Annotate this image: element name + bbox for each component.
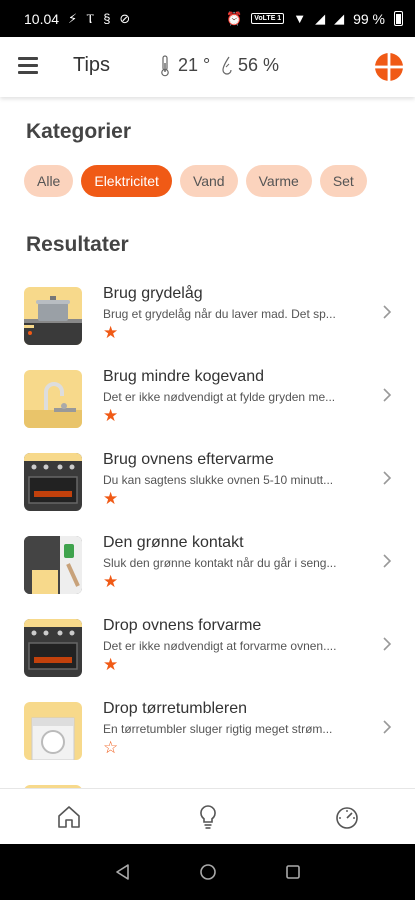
nfc-icon: §	[103, 11, 111, 26]
chevron-right-icon	[383, 637, 392, 651]
humidity-value: 56 %	[238, 55, 280, 75]
app-bar: Tips 21 ° 56 %	[0, 37, 415, 97]
tumble-dryer-icon	[24, 702, 82, 760]
pot-on-stove-icon	[24, 287, 82, 345]
item-title: Drop ovnens forvarme	[103, 617, 262, 634]
item-title: Brug ovnens eftervarme	[103, 451, 274, 468]
list-item[interactable]: Brug mindre kogevand Det er ikke nødvend…	[0, 359, 415, 442]
lightning-icon: ⚡	[68, 11, 78, 26]
battery-icon	[394, 11, 403, 26]
alarm-icon: ⏰	[226, 11, 243, 26]
item-description: Brug et grydelåg når du laver mad. Det s…	[103, 307, 336, 321]
item-description: Det er ikke nødvendigt at forvarme ovnen…	[103, 639, 337, 653]
wifi-icon: ▼	[293, 11, 307, 26]
signal-tower-icon: Ⲧ	[86, 11, 95, 26]
item-title: Brug grydelåg	[103, 285, 203, 302]
home-circle-icon[interactable]	[198, 862, 218, 882]
cell-signal-2-icon: ◢	[334, 11, 345, 26]
volte-icon: VoLTE 1	[251, 13, 285, 24]
item-title: Drop tørretumbleren	[103, 700, 248, 717]
oven-icon	[24, 619, 82, 677]
results-list: Brug grydelåg Brug et grydelåg når du la…	[0, 276, 415, 857]
star-filled-icon: ★	[103, 323, 119, 342]
item-description: Sluk den grønne kontakt når du går i sen…	[103, 556, 337, 570]
star-filled-icon: ★	[103, 572, 119, 591]
thermometer-icon	[161, 55, 169, 77]
menu-button[interactable]	[18, 57, 38, 74]
chip-set[interactable]: Set	[319, 165, 367, 197]
wall-switch-icon	[24, 536, 82, 594]
item-description: En tørretumbler sluger rigtig meget strø…	[103, 722, 333, 736]
item-description: Du kan sagtens slukke ovnen 5-10 minutt.…	[103, 473, 334, 487]
chip-alle[interactable]: Alle	[24, 165, 74, 197]
chevron-right-icon	[383, 305, 392, 319]
star-filled-icon: ★	[103, 489, 119, 508]
water-faucet-icon	[24, 370, 82, 428]
category-chips: Alle Elektricitet Vand Varme Set	[24, 165, 367, 197]
home-icon[interactable]	[55, 803, 83, 831]
oven-icon	[24, 453, 82, 511]
back-triangle-icon[interactable]	[113, 862, 133, 882]
star-filled-icon: ★	[103, 406, 119, 425]
chip-varme[interactable]: Varme	[245, 165, 312, 197]
status-bar: 10.04 ⚡ Ⲧ § ⊘ ⏰ VoLTE 1 ▼ ◢ ◢ 99 %	[0, 0, 415, 37]
item-title: Brug mindre kogevand	[103, 368, 264, 385]
results-heading: Resultater	[26, 233, 129, 256]
item-description: Det er ikke nødvendigt at fylde gryden m…	[103, 390, 336, 404]
chevron-right-icon	[383, 554, 392, 568]
list-item[interactable]: Drop tørretumbleren En tørretumbler slug…	[0, 691, 415, 774]
chip-vand[interactable]: Vand	[179, 165, 238, 197]
page-title: Tips	[73, 54, 111, 76]
recents-square-icon[interactable]	[283, 862, 303, 882]
star-outline-icon: ☆	[103, 738, 119, 757]
menu-icon	[18, 57, 38, 60]
speedometer-icon[interactable]	[333, 803, 361, 831]
chevron-right-icon	[383, 388, 392, 402]
bottom-navigation	[0, 788, 415, 844]
brand-logo-icon[interactable]	[375, 53, 403, 81]
humidity-icon	[222, 56, 232, 75]
list-item[interactable]: Den grønne kontakt Sluk den grønne konta…	[0, 525, 415, 608]
battery-percent: 99 %	[353, 10, 385, 27]
lightbulb-icon[interactable]	[194, 803, 222, 831]
star-filled-icon: ★	[103, 655, 119, 674]
list-item[interactable]: Brug grydelåg Brug et grydelåg når du la…	[0, 276, 415, 359]
list-item[interactable]: Brug ovnens eftervarme Du kan sagtens sl…	[0, 442, 415, 525]
temperature-value: 21 °	[178, 55, 211, 75]
chevron-right-icon	[383, 471, 392, 485]
system-navigation-bar	[0, 844, 415, 900]
item-title: Den grønne kontakt	[103, 534, 244, 551]
app-notification-icon: ⊘	[119, 11, 131, 26]
categories-heading: Kategorier	[26, 120, 132, 143]
chip-elektricitet[interactable]: Elektricitet	[81, 165, 172, 197]
list-item[interactable]: Drop ovnens forvarme Det er ikke nødvend…	[0, 608, 415, 691]
chevron-right-icon	[383, 720, 392, 734]
status-time: 10.04	[24, 10, 60, 27]
cell-signal-icon: ◢	[315, 11, 326, 26]
